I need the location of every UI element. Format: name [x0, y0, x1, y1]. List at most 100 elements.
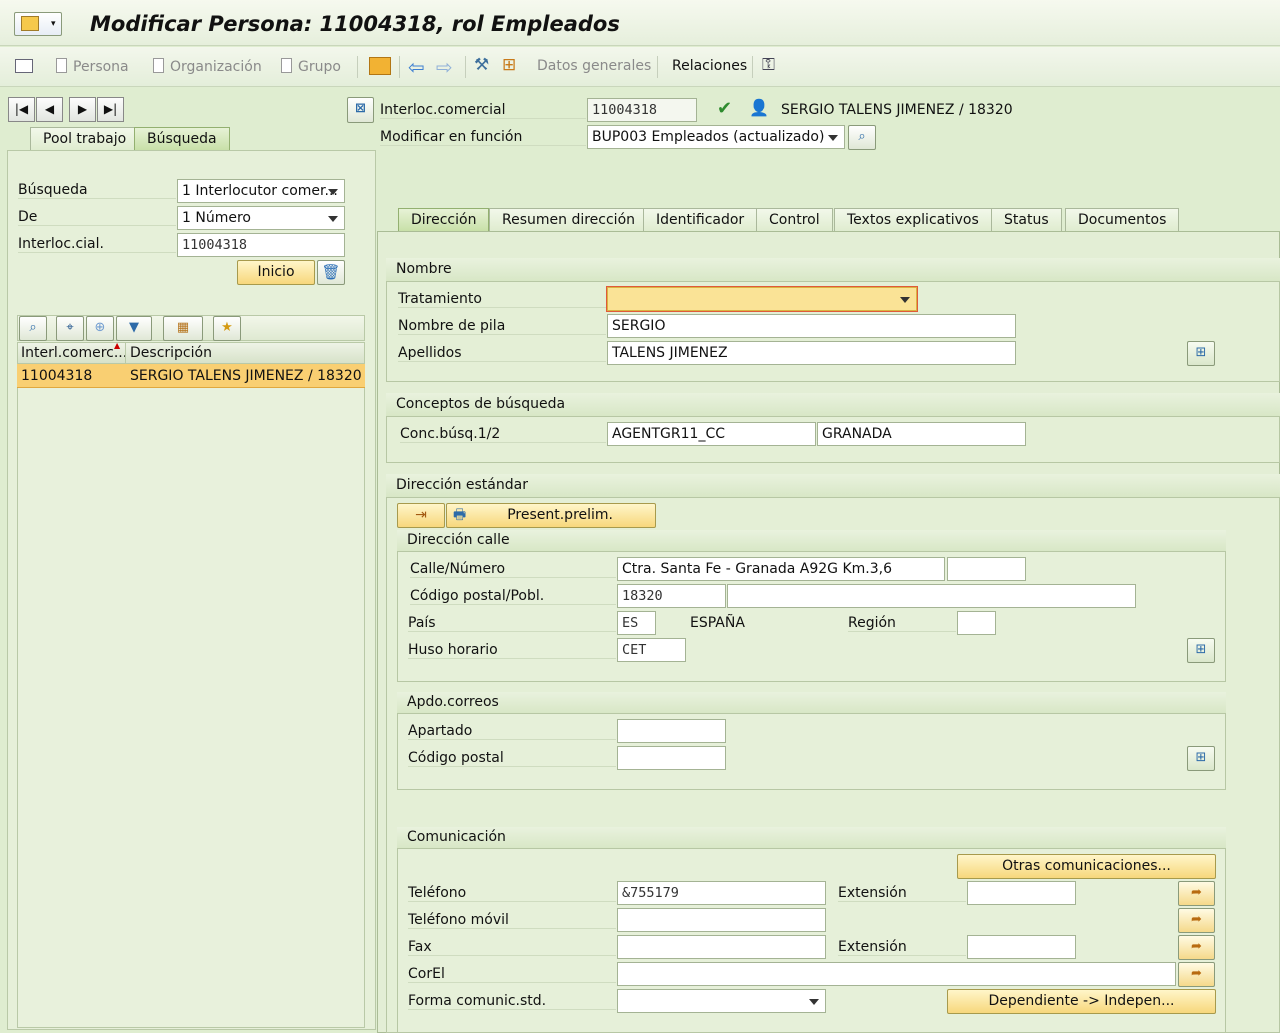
filter-icon[interactable]: ▼: [116, 316, 152, 341]
modificar-funcion-select[interactable]: BUP003 Empleados (actualizado): [587, 125, 845, 149]
inicio-button[interactable]: Inicio: [237, 260, 315, 285]
toolbar-separator: [465, 56, 466, 78]
dependiente-independiente-button[interactable]: Dependiente -> Indepen...: [947, 989, 1216, 1014]
back-arrow-icon[interactable]: ⇦: [408, 55, 425, 79]
fax-detail-icon[interactable]: ➦: [1178, 935, 1215, 960]
document-icon: [153, 58, 164, 73]
result-table-body: [17, 388, 365, 1028]
details-icon[interactable]: ⌕: [19, 316, 47, 341]
movil-detail-icon[interactable]: ➦: [1178, 908, 1215, 933]
correo-input[interactable]: [617, 962, 1176, 986]
document-icon: [56, 58, 67, 73]
partner-overview-icon[interactable]: ⚿: [762, 55, 775, 75]
open-folder-icon[interactable]: [369, 57, 391, 75]
toolbar-separator: [657, 56, 658, 78]
expand-direccion-icon[interactable]: ⊞: [1187, 638, 1215, 663]
role-details-icon[interactable]: ⌕: [848, 125, 876, 150]
tools-icon[interactable]: ⚒: [474, 55, 489, 75]
partner-name: SERGIO TALENS JIMENEZ / 18320: [781, 102, 1013, 118]
interloc-cial-input[interactable]: 11004318: [177, 233, 345, 257]
organizacion-button[interactable]: Organización: [153, 58, 262, 75]
telefono-movil-input[interactable]: [617, 908, 826, 932]
hierarchy-icon[interactable]: ⊞: [502, 55, 516, 75]
tab-pool-trabajo[interactable]: Pool trabajo: [30, 127, 140, 151]
de-select[interactable]: 1 Número: [177, 206, 345, 230]
first-record-icon[interactable]: |◀: [8, 97, 35, 122]
pais-input[interactable]: ES: [617, 611, 656, 635]
modificar-funcion-value: BUP003 Empleados (actualizado): [592, 129, 825, 145]
tab-control[interactable]: Control: [756, 208, 833, 232]
otras-comunicaciones-button[interactable]: Otras comunicaciones...: [957, 854, 1216, 879]
tab-status[interactable]: Status: [991, 208, 1062, 232]
fax-label: Fax: [408, 939, 616, 956]
interloc-comercial-field[interactable]: 11004318: [587, 98, 697, 122]
column-divider: [125, 343, 126, 363]
present-prelim-button[interactable]: 🖶 Present.prelim.: [446, 503, 656, 528]
delete-icon[interactable]: 🗑: [317, 260, 345, 285]
previous-record-icon[interactable]: ◀: [36, 97, 63, 122]
fax-input[interactable]: [617, 935, 826, 959]
conc-busq-2-input[interactable]: GRANADA: [817, 422, 1026, 446]
toolbar-separator: [399, 56, 400, 78]
apdo-codigo-postal-input[interactable]: [617, 746, 726, 770]
interloc-cial-label: Interloc.cial.: [18, 236, 176, 253]
apartado-input[interactable]: [617, 719, 726, 743]
nombre-section-title: Nombre: [386, 258, 1280, 282]
locator-toggle-icon[interactable]: [12, 55, 36, 77]
folder-icon: [21, 16, 39, 31]
conceptos-section-title: Conceptos de búsqueda: [386, 393, 1280, 417]
tab-textos-explicativos[interactable]: Textos explicativos: [834, 208, 992, 232]
comunicacion-title: Comunicación: [397, 827, 1226, 849]
close-locator-icon[interactable]: ⊠: [347, 97, 374, 123]
numero-input[interactable]: [947, 557, 1026, 581]
tratamiento-label: Tratamiento: [398, 291, 606, 308]
find-icon[interactable]: ⌖: [56, 316, 84, 341]
interloc-comercial-label: Interloc.comercial: [380, 102, 586, 119]
conc-busq-label: Conc.búsq.1/2: [400, 426, 606, 443]
grupo-label: Grupo: [298, 59, 341, 75]
column-descripcion[interactable]: Descripción: [130, 345, 212, 361]
telefono-movil-label: Teléfono móvil: [408, 912, 616, 929]
tab-documentos[interactable]: Documentos: [1065, 208, 1180, 232]
next-record-icon[interactable]: ▶: [69, 97, 96, 122]
expand-apdo-icon[interactable]: ⊞: [1187, 746, 1215, 771]
tab-busqueda[interactable]: Búsqueda: [134, 127, 230, 151]
huso-horario-input[interactable]: CET: [617, 638, 686, 662]
nombre-pila-input[interactable]: SERGIO: [607, 314, 1016, 338]
huso-horario-label: Huso horario: [408, 642, 616, 659]
calle-input[interactable]: Ctra. Santa Fe - Granada A92G Km.3,6: [617, 557, 945, 581]
fax-extension-input[interactable]: [967, 935, 1076, 959]
datos-generales-button[interactable]: Datos generales: [537, 58, 651, 74]
find-next-icon[interactable]: ⊕: [86, 316, 114, 341]
tab-resumen-direccion[interactable]: Resumen dirección: [489, 208, 649, 232]
conc-busq-1-input[interactable]: AGENTGR11_CC: [607, 422, 816, 446]
app-menu-icon[interactable]: ▾: [14, 12, 62, 36]
forward-arrow-icon[interactable]: ⇨: [436, 55, 453, 79]
pais-label: País: [408, 615, 616, 632]
region-input[interactable]: [957, 611, 996, 635]
extension-input[interactable]: [967, 881, 1076, 905]
last-record-icon[interactable]: ▶|: [97, 97, 124, 122]
column-interl-comerc[interactable]: Interl.comerc...: [21, 345, 127, 361]
grupo-button[interactable]: Grupo: [281, 58, 341, 75]
layout-icon[interactable]: ▦: [163, 316, 203, 341]
expand-nombre-icon[interactable]: ⊞: [1187, 341, 1215, 366]
add-favorite-icon[interactable]: ★: [213, 316, 241, 341]
calle-numero-label: Calle/Número: [410, 561, 616, 578]
apellidos-input[interactable]: TALENS JIMENEZ: [607, 341, 1016, 365]
relaciones-button[interactable]: Relaciones: [672, 58, 747, 74]
tratamiento-select[interactable]: [606, 286, 918, 312]
forma-comunic-select[interactable]: [617, 989, 826, 1013]
tab-direccion[interactable]: Dirección: [398, 208, 490, 232]
busqueda-select[interactable]: 1 Interlocutor comer...: [177, 179, 345, 203]
telefono-input[interactable]: &755179: [617, 881, 826, 905]
correo-detail-icon[interactable]: ➦: [1178, 962, 1215, 987]
poblacion-input[interactable]: [727, 584, 1136, 608]
telefono-label: Teléfono: [408, 885, 616, 902]
address-transfer-icon[interactable]: ⇥: [397, 503, 445, 528]
telefono-detail-icon[interactable]: ➦: [1178, 881, 1215, 906]
codigo-postal-input[interactable]: 18320: [617, 584, 726, 608]
sort-ascending-icon: ▲: [114, 341, 121, 350]
persona-button[interactable]: Persona: [56, 58, 129, 75]
tab-identificador[interactable]: Identificador: [643, 208, 758, 232]
